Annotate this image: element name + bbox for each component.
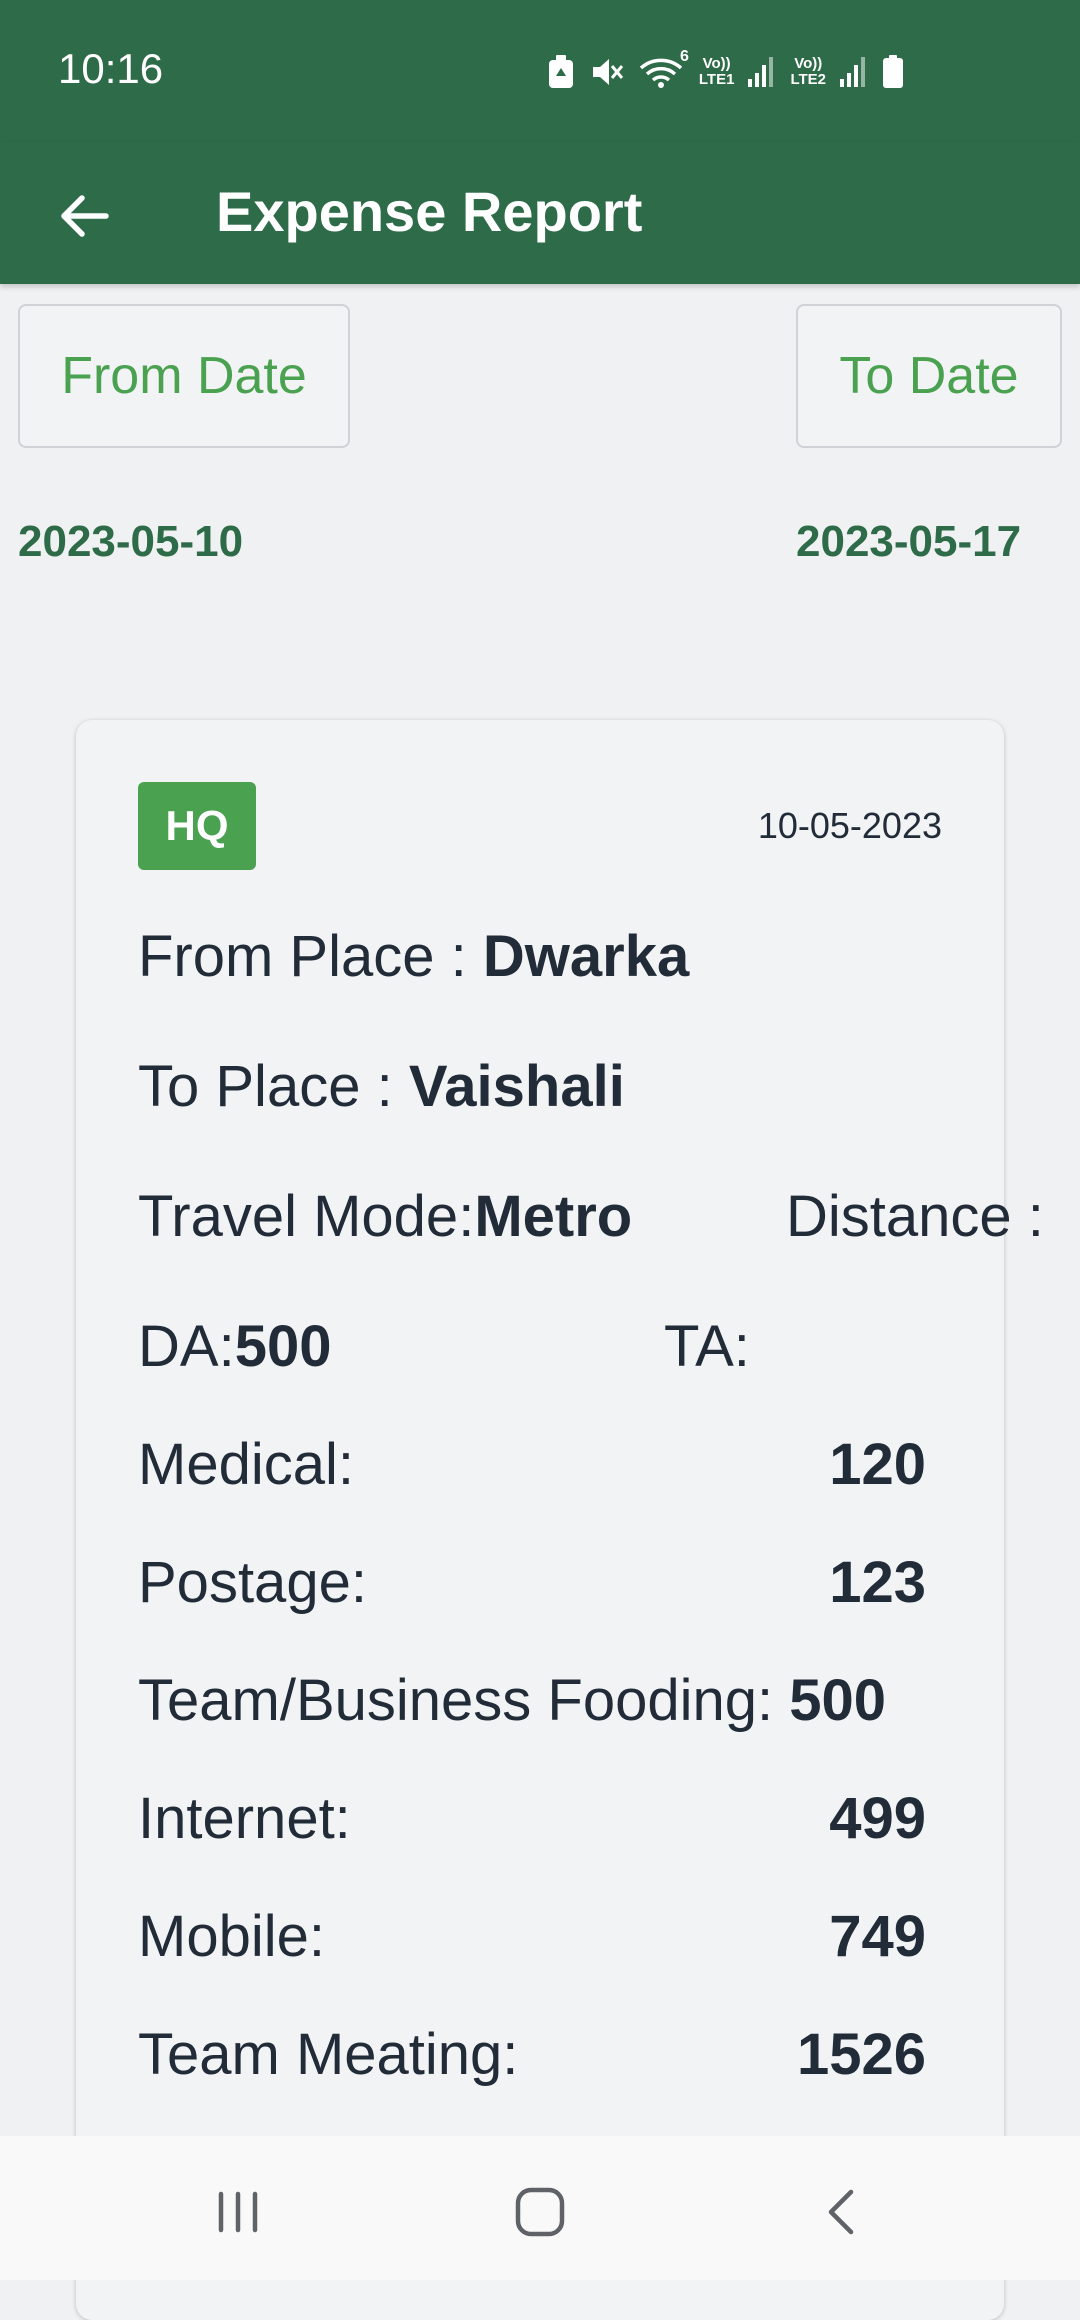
home-icon: [515, 2187, 565, 2237]
wifi-badge: 6: [679, 48, 689, 65]
fooding-row: Team/Business Fooding: 500: [138, 1666, 886, 1736]
status-bar: 10:16 6 Vo)) LTE1 Vo)) LTE2: [0, 0, 1080, 142]
to-date-button[interactable]: To Date: [796, 304, 1062, 448]
volte-lte1-label: Vo)) LTE1: [699, 56, 735, 88]
to-place-value: Vaishali: [408, 1054, 625, 1119]
lte2-label: LTE2: [790, 71, 826, 88]
internet-label: Internet:: [138, 1786, 351, 1851]
recent-apps-button[interactable]: [198, 2172, 278, 2252]
recent-apps-icon: [218, 2191, 258, 2233]
from-place-value: Dwarka: [482, 924, 690, 989]
from-date-button[interactable]: From Date: [18, 304, 350, 448]
distance-label: Distance :: [786, 1184, 1044, 1249]
postage-value: 123: [829, 1550, 926, 1615]
status-icons: 6 Vo)) LTE1 Vo)) LTE2: [547, 48, 904, 94]
fooding-label: Team/Business Fooding:: [138, 1668, 790, 1733]
da-label: DA:: [138, 1314, 235, 1379]
wifi-icon: 6: [639, 48, 689, 90]
mobile-value: 749: [829, 1904, 926, 1969]
navigation-bar: [0, 2136, 1080, 2280]
fooding-value: 500: [789, 1668, 887, 1733]
signal-2-icon: [840, 55, 868, 89]
battery-saver-icon: [547, 54, 575, 90]
lte1-label: LTE1: [698, 71, 735, 88]
volte-label: Vo)): [702, 55, 731, 72]
da-row: DA:500: [138, 1312, 331, 1382]
to-place-label: To Place :: [138, 1054, 409, 1119]
home-button[interactable]: [500, 2172, 580, 2252]
app-bar: Expense Report: [0, 142, 1080, 284]
signal-1-icon: [748, 55, 776, 89]
medical-label: Medical:: [138, 1432, 354, 1497]
team-meeting-value: 1526: [796, 2022, 926, 2087]
medical-value: 120: [829, 1432, 926, 1497]
internet-value: 499: [829, 1786, 926, 1851]
travel-mode-value: Metro: [474, 1184, 633, 1249]
from-date-value: 2023-05-10: [18, 517, 244, 566]
back-icon: [828, 2189, 854, 2235]
page-title: Expense Report: [216, 180, 643, 243]
from-place-row: From Place : Dwarka: [138, 922, 689, 992]
hq-badge: HQ: [138, 782, 256, 870]
travel-mode-label: Travel Mode:: [138, 1184, 475, 1249]
mute-icon: [589, 54, 625, 90]
to-place-row: To Place : Vaishali: [138, 1052, 625, 1122]
postage-label: Postage:: [138, 1550, 367, 1615]
expense-date: 10-05-2023: [757, 805, 942, 846]
da-value: 500: [234, 1314, 332, 1379]
travel-mode-row: Travel Mode:Metro: [138, 1182, 632, 1252]
arrow-left-icon: [61, 195, 109, 237]
team-meeting-label: Team Meating:: [138, 2022, 519, 2087]
volte-label-2: Vo)): [794, 55, 823, 72]
back-button[interactable]: [44, 176, 124, 256]
ta-label: TA:: [664, 1314, 750, 1379]
mobile-label: Mobile:: [138, 1904, 325, 1969]
status-time: 10:16: [58, 45, 164, 92]
from-place-label: From Place :: [138, 924, 483, 989]
battery-icon: [882, 55, 904, 89]
nav-back-button[interactable]: [802, 2172, 882, 2252]
expense-card[interactable]: HQ 10-05-2023 From Place : Dwarka To Pla…: [76, 720, 1044, 2320]
to-date-value: 2023-05-17: [796, 517, 1022, 566]
volte-lte2-label: Vo)) LTE2: [790, 56, 826, 88]
